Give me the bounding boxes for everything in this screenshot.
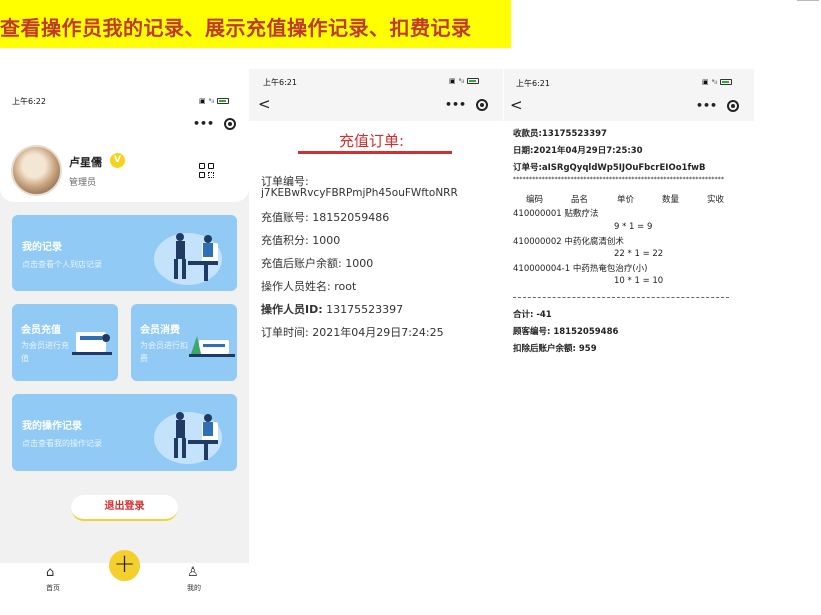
operator-id: 操作人员ID: 13175523397 <box>261 301 403 317</box>
user-icon[interactable]: ♙ <box>187 565 199 580</box>
consume-illustration-icon <box>189 336 235 357</box>
logout-button[interactable]: 退出登录 <box>71 495 178 521</box>
phone-profile-screen: 上午6:22 ▣ ᵃᵢₗ ••• 卢星儒 V 管理员 我的记录 点击查看个人到店记… <box>0 85 249 615</box>
card-subtitle: 为会员进行充值 <box>21 341 69 363</box>
card-recharge[interactable]: 会员充值 为会员进行充值 <box>12 304 118 381</box>
order-title: 充值订单: <box>339 132 405 150</box>
status-icons: ▣ ᵃᵢₗ <box>449 77 479 85</box>
order-time-value: 2021年04月29日7:24:25 <box>308 326 444 339</box>
recharge-points: 充值积分: 1000 <box>261 234 341 247</box>
mini-capsule[interactable]: ••• <box>696 99 740 112</box>
more-icon[interactable]: ••• <box>193 117 214 130</box>
mini-capsule[interactable]: ••• <box>193 117 237 130</box>
operator-id-value: 13175523397 <box>322 303 404 316</box>
operator-name: 操作人员姓名: root <box>261 280 357 293</box>
battery-icon <box>466 78 479 84</box>
balance-after: 充值后账户余额: 1000 <box>261 257 374 270</box>
status-time: 上午6:22 <box>12 97 46 106</box>
item-calc: 22 * 1 = 22 <box>614 249 664 259</box>
mini-capsule[interactable]: ••• <box>445 98 489 111</box>
col-header-qty: 数量 <box>662 195 680 205</box>
office-illustration-icon <box>154 412 222 464</box>
tab-home[interactable]: 首页 <box>46 583 60 593</box>
separator-dashed <box>513 297 729 298</box>
card-title: 会员消费 <box>140 325 180 336</box>
order-time-label: 订单时间: <box>261 326 309 339</box>
phone-recharge-order-screen: 上午6:21 ▣ ᵃᵢₗ < ••• 充值订单: 订单编号: j7KEBwRvcy… <box>249 69 503 615</box>
user-role: 管理员 <box>69 178 97 188</box>
add-button[interactable]: + <box>109 550 140 581</box>
close-target-icon[interactable] <box>476 98 489 111</box>
col-header-name: 品名 <box>571 195 589 205</box>
avatar[interactable] <box>11 145 62 196</box>
order-no-value: j7KEBwRvcyFBRPmjPh45ouFWftoNRR <box>261 187 458 199</box>
status-icons: ▣ ᵃᵢₗ <box>702 78 732 86</box>
user-name: 卢星儒 <box>69 156 102 169</box>
more-icon[interactable]: ••• <box>445 98 466 111</box>
item-calc: 9 * 1 = 9 <box>614 222 653 232</box>
close-target-icon[interactable] <box>727 99 740 112</box>
col-header-code: 编码 <box>526 195 544 205</box>
back-icon[interactable]: < <box>258 95 271 113</box>
battery-icon <box>216 98 229 104</box>
back-icon[interactable]: < <box>510 96 523 114</box>
separator-stars: ****************************************… <box>513 176 725 183</box>
total: 合计: -41 <box>513 310 552 320</box>
phone-deduction-receipt-screen: 上午6:21 ▣ ᵃᵢₗ < ••• 收款员:13175523397 日期:202… <box>504 69 754 615</box>
recharge-illustration-icon <box>72 332 112 355</box>
banner-title: 查看操作员我的记录、展示充值操作记录、扣费记录 <box>0 16 472 40</box>
item-name: 410000002 中药化腐清创术 <box>513 237 624 247</box>
card-my-operations[interactable]: 我的操作记录 点击查看我的操作记录 <box>12 394 237 471</box>
corner-mark <box>797 0 819 2</box>
item-calc: 10 * 1 = 10 <box>614 276 664 286</box>
card-title: 我的记录 <box>22 242 62 253</box>
title-underline <box>298 151 452 154</box>
operator-id-label: 操作人员ID: <box>261 303 323 316</box>
receipt-date: 日期:2021年04月29日7:25:30 <box>513 146 643 156</box>
close-target-icon[interactable] <box>224 117 237 130</box>
order-time: 订单时间: 2021年04月29日7:24:25 <box>261 324 444 340</box>
card-subtitle: 点击查看个人到店记录 <box>22 260 102 269</box>
qrcode-icon[interactable] <box>199 163 214 178</box>
card-subtitle: 为会员进行扣费 <box>140 341 188 363</box>
card-title: 会员充值 <box>21 325 61 336</box>
item-name: 410000001 贴敷疗法 <box>513 209 599 219</box>
customer-id: 顾客编号: 18152059486 <box>513 327 619 337</box>
tab-me[interactable]: 我的 <box>187 583 201 593</box>
status-time: 上午6:21 <box>263 78 297 87</box>
card-consume[interactable]: 会员消费 为会员进行扣费 <box>131 304 237 381</box>
status-time: 上午6:21 <box>516 79 550 88</box>
balance-after-deduction: 扣除后账户余额: 959 <box>513 344 597 354</box>
more-icon[interactable]: ••• <box>696 99 717 112</box>
col-header-paid: 实收 <box>707 195 725 205</box>
recharge-account: 充值账号: 18152059486 <box>261 211 390 224</box>
item-name: 410000004-1 中药热奄包治疗(小) <box>513 264 648 274</box>
home-icon[interactable]: ⌂ <box>46 565 54 580</box>
vip-badge-icon: V <box>110 153 125 168</box>
card-subtitle: 点击查看我的操作记录 <box>22 439 102 448</box>
card-title: 我的操作记录 <box>22 421 82 432</box>
status-icons: ▣ ᵃᵢₗ <box>199 97 229 105</box>
receipt-order-no: 订单号:aISRgQyqldWp5IJOuFbcrEIOo1fwB <box>513 163 706 173</box>
office-illustration-icon <box>154 233 222 285</box>
cashier: 收款员:13175523397 <box>513 129 607 139</box>
card-my-records[interactable]: 我的记录 点击查看个人到店记录 <box>12 215 237 291</box>
battery-icon <box>719 79 732 85</box>
col-header-price: 单价 <box>617 195 635 205</box>
nav-bar <box>504 69 754 121</box>
